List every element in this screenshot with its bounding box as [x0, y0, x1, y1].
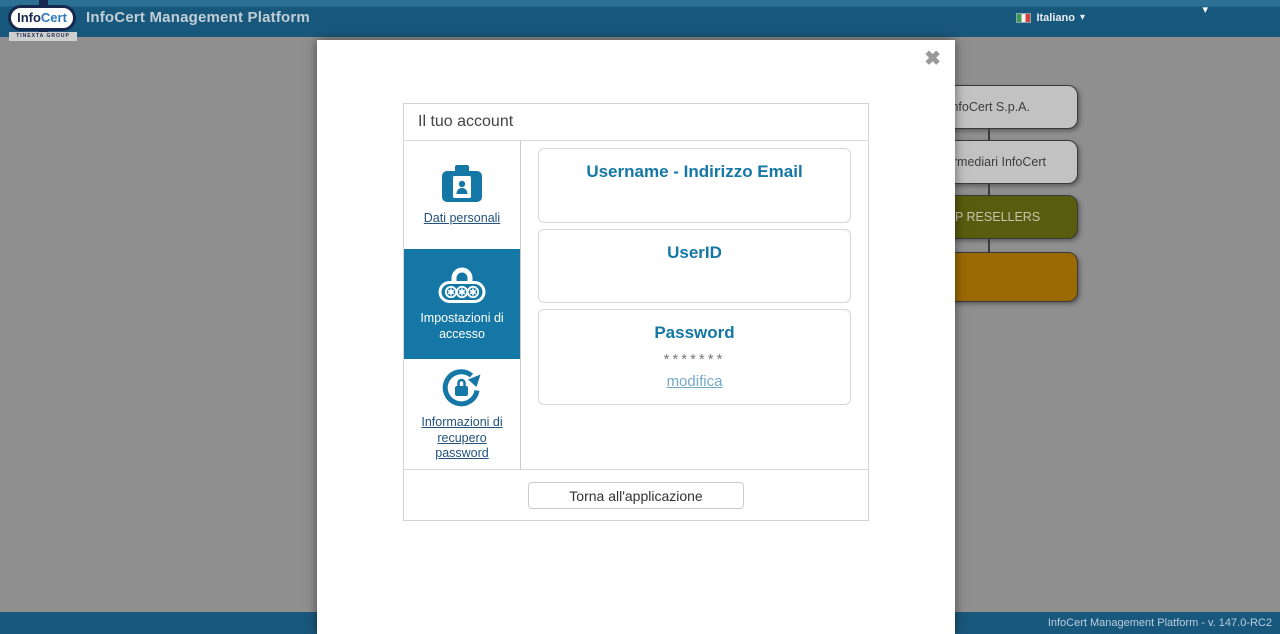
infocert-logo: InfoCert TINEXTA GROUP: [8, 0, 78, 42]
panel-title: Il tuo account: [404, 104, 868, 141]
logo-oval: InfoCert: [8, 5, 76, 31]
modifica-link[interactable]: modifica: [667, 373, 723, 390]
tab-dati-personali[interactable]: Dati personali: [404, 141, 520, 249]
logo-text-info: Info: [17, 10, 41, 25]
org-connector: [988, 239, 990, 252]
tab-impostazioni-accesso[interactable]: Impostazioni di accesso: [404, 249, 520, 359]
org-connector: [988, 129, 990, 140]
logo-text-cert: Cert: [41, 10, 67, 25]
panel-body: Dati personali: [404, 141, 868, 469]
field-userid: UserID: [538, 229, 851, 303]
field-label: Password: [539, 310, 850, 343]
italian-flag-icon: [1016, 13, 1031, 23]
language-label: Italiano: [1036, 12, 1075, 24]
tab-label: Dati personali: [424, 211, 500, 227]
language-selector[interactable]: Italiano ▾: [1016, 10, 1085, 26]
id-card-icon: [441, 164, 483, 204]
app-title: InfoCert Management Platform: [86, 9, 310, 26]
page: InfoCert S.p.A. Intermediari InfoCert TO…: [0, 0, 1280, 634]
field-password: Password ******* modifica: [538, 309, 851, 405]
top-header-bar: InfoCert TINEXTA GROUP InfoCert Manageme…: [0, 0, 1280, 37]
password-lock-icon: [438, 266, 486, 304]
version-text: InfoCert Management Platform - v. 147.0-…: [1048, 617, 1272, 629]
close-icon[interactable]: ✖: [924, 46, 941, 71]
field-username-email: Username - Indirizzo Email: [538, 148, 851, 223]
logo-group-label: TINEXTA GROUP: [9, 32, 77, 41]
back-to-app-button[interactable]: Torna all'applicazione: [528, 482, 744, 509]
tab-label: Informazioni di recupero password: [414, 415, 510, 462]
account-panel: Il tuo account Dati personali: [403, 103, 869, 521]
field-label: Username - Indirizzo Email: [539, 149, 850, 182]
tab-label: Impostazioni di accesso: [414, 311, 510, 342]
tab-recupero-password[interactable]: Informazioni di recupero password: [404, 359, 520, 469]
org-connector: [988, 184, 990, 195]
field-label: UserID: [539, 230, 850, 263]
panel-footer: Torna all'applicazione: [404, 469, 868, 521]
password-recovery-icon: [442, 366, 482, 408]
password-masked-value: *******: [539, 351, 850, 368]
account-fields: Username - Indirizzo Email UserID Passwo…: [521, 141, 868, 469]
chevron-down-icon: ▾: [1080, 13, 1085, 23]
account-sidebar: Dati personali: [404, 141, 521, 469]
account-modal: ✖ Il tuo account Dati personali: [317, 40, 955, 634]
user-menu-caret-icon[interactable]: ▾: [1202, 3, 1208, 16]
